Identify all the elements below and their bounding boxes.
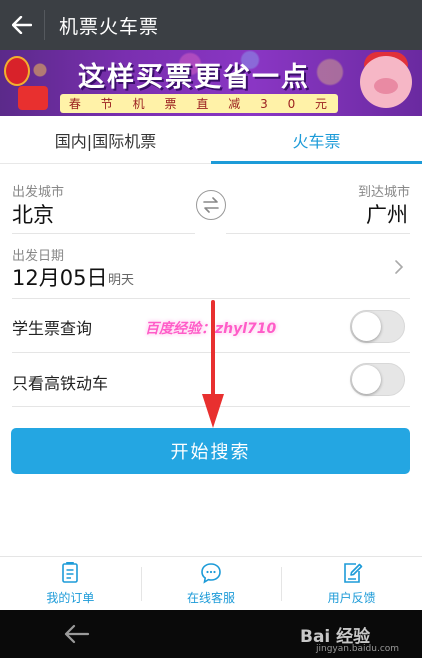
order-icon <box>62 562 79 583</box>
promo-char: 3 <box>260 96 270 111</box>
nav-feedback[interactable]: 用户反馈 <box>281 557 422 610</box>
drum-icon <box>18 86 48 110</box>
bottom-nav: 我的订单 在线客服 用户反馈 <box>0 556 422 610</box>
banner-headline: 这样买票更省一点 <box>78 62 310 93</box>
system-back-icon[interactable] <box>64 624 90 644</box>
chat-icon <box>201 563 221 584</box>
app-header: 机票火车票 <box>0 0 422 50</box>
banner-promo-strip: 春 节 机 票 直 减 3 0 元 <box>60 94 338 113</box>
swap-icon <box>203 197 219 213</box>
nav-label: 在线客服 <box>187 591 236 605</box>
promo-char: 直 <box>196 97 211 111</box>
nav-online-support[interactable]: 在线客服 <box>140 557 282 610</box>
nav-label: 用户反馈 <box>327 591 376 605</box>
ticket-type-tabs: 国内|国际机票 火车票 <box>0 116 422 164</box>
chevron-right-icon <box>395 260 404 274</box>
back-arrow-icon <box>12 16 32 34</box>
promo-char: 减 <box>228 97 243 111</box>
back-button[interactable] <box>0 0 44 50</box>
tab-flights[interactable]: 国内|国际机票 <box>0 116 211 163</box>
to-city-label: 到达城市 <box>357 185 410 200</box>
promo-char: 节 <box>100 97 115 111</box>
from-city-label: 出发城市 <box>12 185 65 200</box>
date-value: 12月05日 <box>12 266 108 290</box>
header-divider <box>44 10 45 40</box>
promo-char: 机 <box>132 97 147 111</box>
student-ticket-toggle[interactable] <box>350 310 405 343</box>
divider <box>12 298 410 299</box>
page-title: 机票火车票 <box>59 15 160 38</box>
feedback-icon <box>343 563 362 583</box>
search-button[interactable]: 开始搜索 <box>11 428 410 474</box>
from-city[interactable]: 北京 <box>12 199 54 229</box>
nav-my-orders[interactable]: 我的订单 <box>0 557 141 610</box>
swap-cities-button[interactable] <box>196 190 226 220</box>
promo-char: 元 <box>315 97 330 111</box>
nav-label: 我的订单 <box>46 591 95 605</box>
promo-char: 票 <box>164 97 179 111</box>
tab-train[interactable]: 火车票 <box>211 116 422 164</box>
promo-char: 春 <box>68 97 83 111</box>
lantern-icon <box>4 56 30 86</box>
date-weekday: 明天 <box>108 273 135 288</box>
student-ticket-label: 学生票查询 <box>12 319 93 338</box>
baidu-jingyan-url: jingyan.baidu.com <box>316 644 400 654</box>
system-nav-bar: Bai 经验 jingyan.baidu.com <box>0 610 422 658</box>
promo-banner[interactable]: 这样买票更省一点 春 节 机 票 直 减 3 0 元 <box>0 50 422 116</box>
high-speed-only-label: 只看高铁动车 <box>12 374 109 393</box>
to-city[interactable]: 广州 <box>366 199 408 229</box>
promo-char: 0 <box>287 96 298 111</box>
to-city-underline <box>226 233 410 234</box>
toggle-knob <box>352 312 381 341</box>
annotation-arrow-icon <box>202 300 224 428</box>
pig-mascot-icon <box>360 56 412 108</box>
toggle-knob <box>352 365 381 394</box>
from-city-underline <box>12 233 195 234</box>
high-speed-only-toggle[interactable] <box>350 363 405 396</box>
